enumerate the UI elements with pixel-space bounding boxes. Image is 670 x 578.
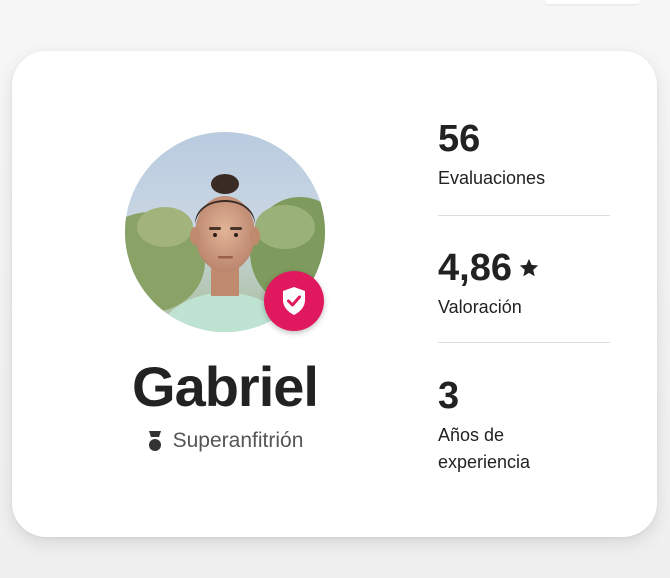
host-name: Gabriel [132, 355, 319, 418]
star-icon [518, 257, 540, 279]
verified-badge [264, 271, 324, 331]
host-avatar-container [125, 132, 325, 332]
stat-reviews-value: 56 [438, 118, 481, 160]
stat-rating-label: Valoración [438, 297, 522, 317]
verified-shield-icon [283, 287, 305, 315]
stat-rating[interactable]: 4,86 Valoración [438, 216, 610, 342]
superhost-medal-icon [147, 430, 163, 452]
host-profile-card[interactable]: Gabriel Superanfitrión 56 Evaluaciones 4… [12, 51, 657, 537]
stat-experience-label-line1: Años de [438, 425, 505, 445]
top-tab-edge [545, 0, 640, 4]
stat-reviews-label: Evaluaciones [438, 168, 546, 188]
screen: Gabriel Superanfitrión 56 Evaluaciones 4… [0, 0, 670, 578]
stat-rating-value: 4,86 [438, 247, 512, 289]
superhost-badge: Superanfitrión [12, 429, 438, 453]
host-stats: 56 Evaluaciones 4,86 Valoración 3 Años d… [438, 117, 610, 476]
stat-experience-label: Años de experiencia [438, 422, 610, 476]
stat-experience-value: 3 [438, 375, 460, 417]
stat-experience-label-line2: experiencia [438, 452, 531, 472]
superhost-label: Superanfitrión [172, 429, 304, 452]
stat-rating-value-row: 4,86 [438, 246, 610, 290]
stat-reviews[interactable]: 56 Evaluaciones [438, 117, 610, 215]
stat-experience[interactable]: 3 Años de experiencia [438, 343, 610, 476]
